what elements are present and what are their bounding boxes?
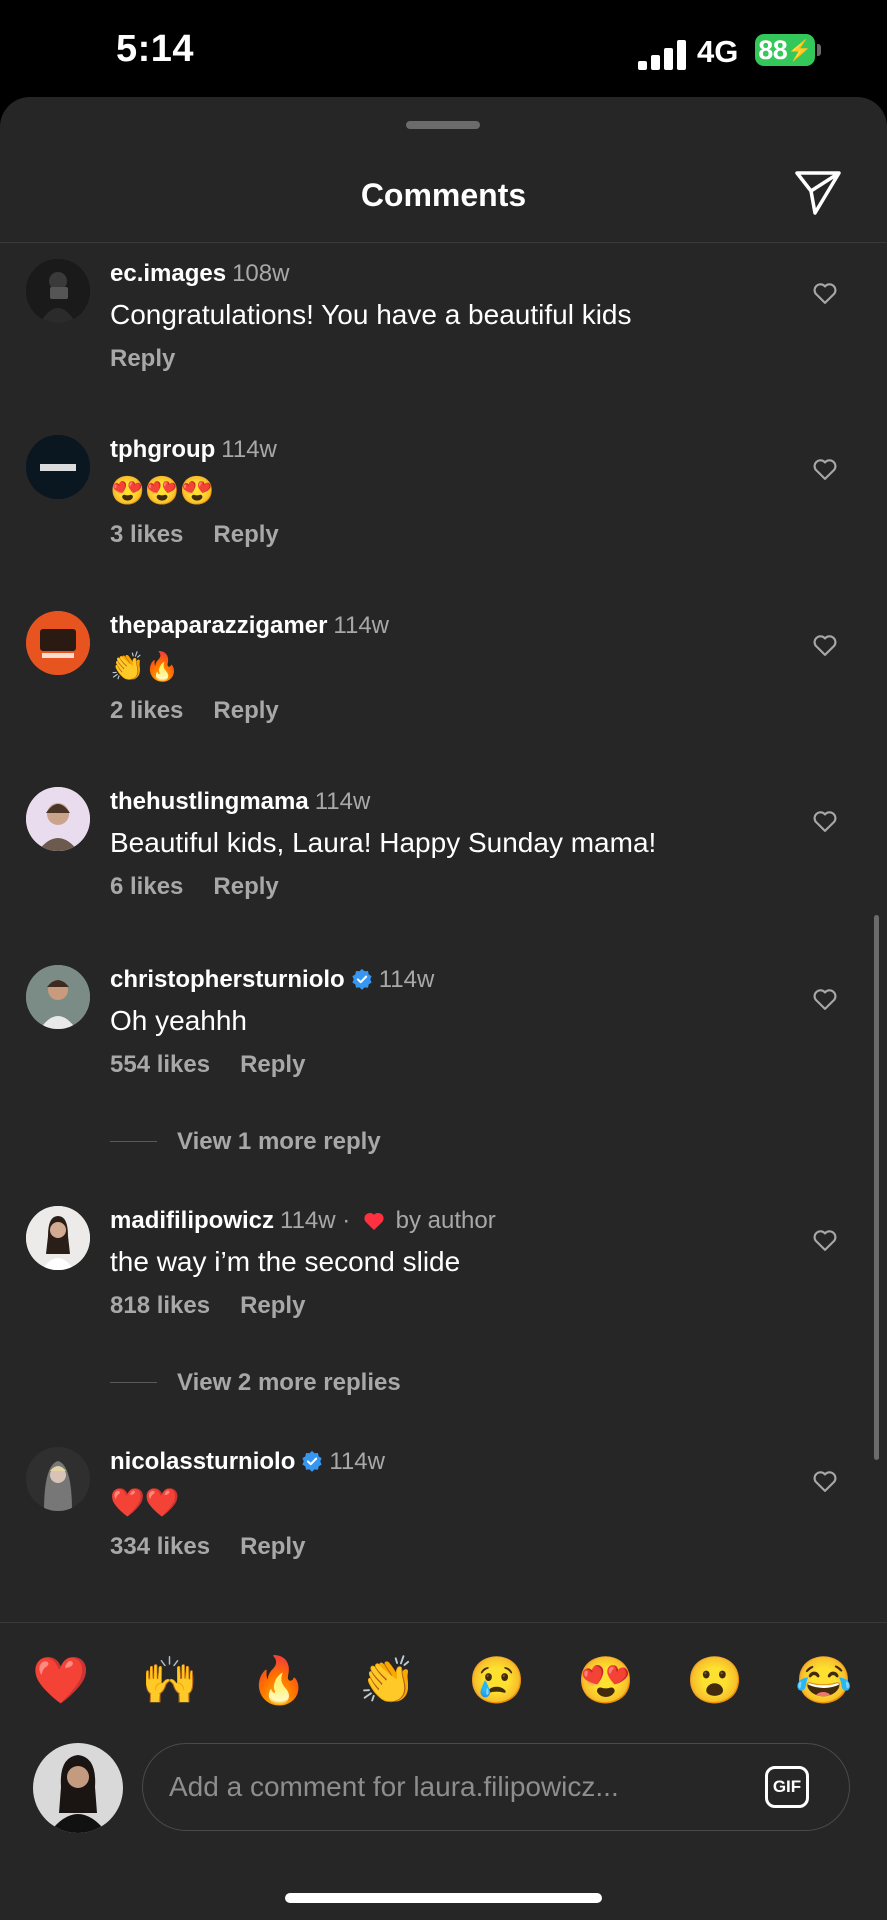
- avatar[interactable]: [26, 611, 90, 675]
- reply-button[interactable]: Reply: [213, 873, 278, 900]
- like-heart-icon[interactable]: [811, 631, 839, 659]
- reply-button[interactable]: Reply: [240, 1051, 305, 1078]
- comment-item: ec.images 108w Congratulations! You have …: [0, 259, 887, 409]
- verified-badge-icon: [302, 1450, 322, 1472]
- likes-count[interactable]: 334 likes: [110, 1533, 210, 1560]
- current-user-avatar: [33, 1743, 123, 1833]
- comment-time: 114w: [221, 436, 277, 463]
- likes-count[interactable]: 2 likes: [110, 697, 183, 724]
- comment-item: christophersturniolo 114w Oh yeahhh 554 l…: [0, 965, 887, 1115]
- comment-time: 114w: [329, 1448, 385, 1475]
- emoji-laughing-button[interactable]: 😂: [794, 1650, 854, 1710]
- reply-button[interactable]: Reply: [213, 521, 278, 548]
- liked-by-author-label: by author: [395, 1207, 496, 1234]
- status-time: 5:14: [116, 28, 195, 70]
- emoji-raising-hands-button[interactable]: 🙌: [140, 1650, 200, 1710]
- battery-icon: 88 ⚡: [755, 34, 815, 66]
- comment-text: ❤️❤️: [110, 1487, 180, 1518]
- comment-username[interactable]: ec.images: [110, 260, 226, 287]
- likes-count[interactable]: 3 likes: [110, 521, 183, 548]
- comment-text: 👏🔥: [110, 651, 180, 682]
- comment-time: 108w: [232, 260, 290, 287]
- avatar[interactable]: [26, 1447, 90, 1511]
- avatar[interactable]: [26, 1206, 90, 1270]
- like-heart-icon[interactable]: [811, 807, 839, 835]
- reply-button[interactable]: Reply: [213, 697, 278, 724]
- sheet-grabber[interactable]: [406, 121, 480, 129]
- emoji-clap-button[interactable]: 👏: [358, 1650, 418, 1710]
- avatar[interactable]: [26, 787, 90, 851]
- comment-time: 114w: [333, 612, 389, 639]
- gif-button[interactable]: GIF: [765, 1766, 809, 1808]
- like-heart-icon[interactable]: [811, 455, 839, 483]
- like-heart-icon[interactable]: [811, 279, 839, 307]
- comment-time: 114w ·: [280, 1207, 351, 1234]
- liked-by-author-heart-icon: [364, 1212, 384, 1230]
- reply-thread-line: [110, 1141, 157, 1142]
- comment-item: madifilipowicz 114w · by author the way i…: [0, 1206, 887, 1356]
- like-heart-icon[interactable]: [811, 1467, 839, 1495]
- home-indicator[interactable]: [285, 1893, 602, 1903]
- comment-username[interactable]: thehustlingmama: [110, 788, 309, 815]
- comment-item: nicolassturniolo 114w ❤️❤️ 334 likes Reply: [0, 1447, 887, 1597]
- comment-text: Beautiful kids, Laura! Happy Sunday mama…: [110, 827, 657, 858]
- view-more-replies-button[interactable]: View 1 more reply: [110, 1122, 610, 1162]
- comments-title: Comments: [360, 177, 527, 213]
- emoji-crying-button[interactable]: 😢: [467, 1650, 527, 1710]
- emoji-surprised-button[interactable]: 😮: [685, 1650, 745, 1710]
- emoji-heart-eyes-button[interactable]: 😍: [576, 1650, 636, 1710]
- like-heart-icon[interactable]: [811, 1226, 839, 1254]
- avatar[interactable]: [26, 259, 90, 323]
- likes-count[interactable]: 6 likes: [110, 873, 183, 900]
- comment-item: thehustlingmama 114w Beautiful kids, Laur…: [0, 787, 887, 937]
- reply-button[interactable]: Reply: [240, 1292, 305, 1319]
- likes-count[interactable]: 818 likes: [110, 1292, 210, 1319]
- verified-badge-icon: [352, 968, 372, 990]
- header-divider: [0, 242, 887, 243]
- comment-item: tphgroup 114w 😍😍😍 3 likes Reply: [0, 435, 887, 585]
- emoji-fire-button[interactable]: 🔥: [249, 1650, 309, 1710]
- reply-thread-line: [110, 1382, 157, 1383]
- comment-text: Oh yeahhh: [110, 1005, 247, 1036]
- avatar[interactable]: [26, 965, 90, 1029]
- comment-composer: GIF: [142, 1743, 850, 1831]
- comment-input[interactable]: [167, 1764, 731, 1810]
- comment-time: 114w: [314, 788, 371, 815]
- comment-text: the way i’m the second slide: [110, 1246, 461, 1277]
- scrollbar[interactable]: [874, 915, 879, 1460]
- comment-text: Congratulations! You have a beautiful ki…: [110, 299, 632, 330]
- comment-username[interactable]: christophersturniolo: [110, 966, 345, 993]
- view-replies-label: View 1 more reply: [177, 1128, 381, 1155]
- footer-divider: [0, 1622, 887, 1623]
- comment-username[interactable]: thepaparazzigamer: [110, 612, 327, 639]
- network-type: 4G: [697, 34, 739, 69]
- likes-count[interactable]: 554 likes: [110, 1051, 210, 1078]
- share-send-icon[interactable]: [793, 167, 843, 217]
- cellular-signal-icon: [638, 40, 686, 70]
- comment-time: 114w: [378, 966, 435, 993]
- battery-tip: [817, 44, 821, 56]
- comment-item: thepaparazzigamer 114w 👏🔥 2 likes Reply: [0, 611, 887, 761]
- view-more-replies-button[interactable]: View 2 more replies: [110, 1363, 610, 1403]
- comment-username[interactable]: nicolassturniolo: [110, 1448, 295, 1475]
- like-heart-icon[interactable]: [811, 985, 839, 1013]
- emoji-heart-button[interactable]: ❤️: [31, 1650, 91, 1710]
- comment-text: 😍😍😍: [110, 475, 215, 506]
- comment-username[interactable]: madifilipowicz: [110, 1207, 274, 1234]
- status-bar: 5:14 4G 88 ⚡: [0, 0, 887, 100]
- reply-button[interactable]: Reply: [110, 345, 175, 372]
- reply-button[interactable]: Reply: [240, 1533, 305, 1560]
- view-replies-label: View 2 more replies: [177, 1369, 401, 1396]
- battery-level: 88: [758, 34, 788, 65]
- avatar[interactable]: [26, 435, 90, 499]
- quick-emoji-bar: ❤️ 🙌 🔥 👏 😢 😍 😮 😂: [0, 1650, 887, 1710]
- comment-username[interactable]: tphgroup: [110, 436, 215, 463]
